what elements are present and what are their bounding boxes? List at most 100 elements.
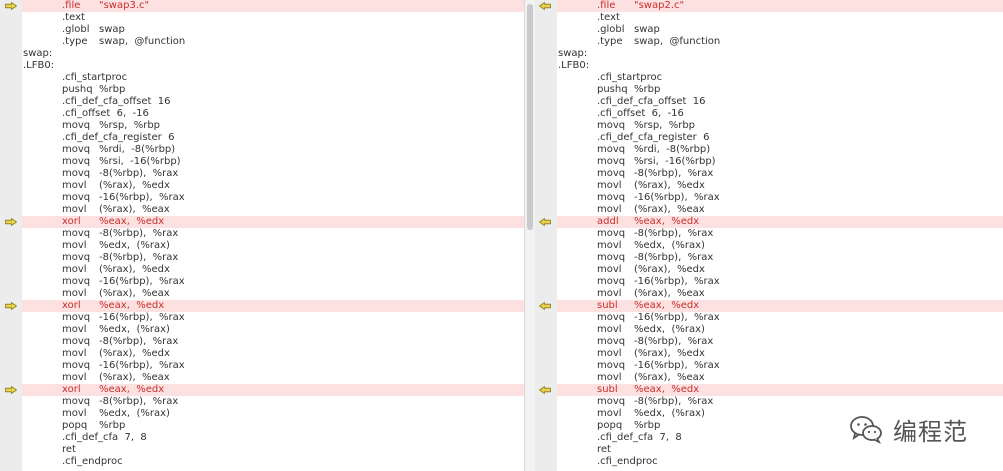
code-line: movq -16(%rbp), %rax: [557, 192, 1003, 204]
arrow-left-icon[interactable]: [539, 386, 551, 394]
code-line: .cfi_def_cfa_offset 16: [557, 96, 1003, 108]
code-operand: %rdi, -8(%rbp): [99, 144, 176, 155]
code-mnemonic: movl: [62, 348, 87, 359]
code-line: movl (%rax), %edx: [22, 348, 524, 360]
right-code-pane[interactable]: .file "swap2.c" .text .globl swap .type swap, …: [557, 0, 1003, 471]
code-mnemonic: .text: [597, 12, 620, 23]
code-mnemonic: .cfi_def_cfa_register 6: [597, 132, 710, 143]
code-line: .LFB0:: [22, 60, 524, 72]
code-operand: (%rax), %eax: [634, 288, 705, 299]
code-mnemonic: movq: [62, 228, 91, 239]
code-mnemonic: movq: [62, 360, 91, 371]
code-operand: -16(%rbp), %rax: [634, 312, 720, 323]
code-line: movq %rdi, -8(%rbp): [22, 144, 524, 156]
code-operand: %eax, %edx: [634, 216, 700, 227]
code-mnemonic: movq: [62, 276, 91, 287]
scrollbar-thumb[interactable]: [527, 4, 533, 230]
code-line: .type swap, @function: [557, 36, 1003, 48]
code-line: movq -16(%rbp), %rax: [557, 312, 1003, 324]
code-label: .LFB0:: [558, 60, 590, 71]
code-operand: %rsp, %rbp: [99, 120, 161, 131]
code-line: .text: [22, 12, 524, 24]
code-line: movq %rsp, %rbp: [557, 120, 1003, 132]
code-mnemonic: movq: [62, 156, 91, 167]
code-mnemonic: popq: [597, 420, 623, 431]
arrow-left-icon[interactable]: [539, 218, 551, 226]
code-mnemonic: movl: [597, 180, 622, 191]
code-mnemonic: movl: [597, 372, 622, 383]
code-operand: %eax, %edx: [634, 384, 700, 395]
arrow-right-icon[interactable]: [5, 2, 17, 10]
code-mnemonic: .cfi_def_cfa 7, 8: [62, 432, 147, 443]
code-line: movl (%rax), %edx: [557, 180, 1003, 192]
arrow-right-icon[interactable]: [5, 386, 17, 394]
code-mnemonic: .text: [62, 12, 85, 23]
code-mnemonic: movl: [62, 324, 87, 335]
code-mnemonic: .cfi_def_cfa_register 6: [62, 132, 175, 143]
code-line: swap:: [22, 48, 524, 60]
arrow-right-icon[interactable]: [5, 218, 17, 226]
code-mnemonic: pushq: [597, 84, 628, 95]
code-mnemonic: .cfi_def_cfa 7, 8: [597, 432, 682, 443]
code-line: .type swap, @function: [22, 36, 524, 48]
code-line: .cfi_offset 6, -16: [557, 108, 1003, 120]
code-line: pushq %rbp: [22, 84, 524, 96]
arrow-right-icon[interactable]: [5, 302, 17, 310]
code-mnemonic: movl: [62, 204, 87, 215]
code-operand: swap, @function: [99, 36, 186, 47]
code-line: movq -8(%rbp), %rax: [22, 336, 524, 348]
code-operand: -8(%rbp), %rax: [99, 336, 179, 347]
wechat-icon: [850, 416, 882, 444]
code-operand: -8(%rbp), %rax: [634, 396, 714, 407]
code-operand: (%rax), %eax: [99, 204, 170, 215]
code-mnemonic: movl: [597, 204, 622, 215]
code-operand: swap, @function: [634, 36, 721, 47]
code-operand: %rsi, -16(%rbp): [634, 156, 716, 167]
code-operand: %rbp: [634, 84, 661, 95]
code-line: swap:: [557, 48, 1003, 60]
code-operand: (%rax), %edx: [634, 180, 705, 191]
code-line: movl (%rax), %edx: [557, 264, 1003, 276]
code-line: .cfi_endproc: [22, 456, 524, 468]
code-operand: -16(%rbp), %rax: [99, 312, 185, 323]
code-operand: (%rax), %edx: [99, 180, 170, 191]
code-mnemonic: movq: [597, 228, 626, 239]
code-mnemonic: .type: [62, 36, 88, 47]
code-line: movl (%rax), %edx: [22, 180, 524, 192]
code-line: .globl swap: [22, 24, 524, 36]
code-mnemonic: movq: [62, 252, 91, 263]
code-mnemonic: subl: [597, 384, 618, 395]
code-operand: -8(%rbp), %rax: [634, 228, 714, 239]
code-mnemonic: xorl: [62, 216, 81, 227]
code-mnemonic: movq: [597, 396, 626, 407]
code-mnemonic: movq: [597, 192, 626, 203]
code-line: .cfi_startproc: [557, 72, 1003, 84]
code-line: .cfi_def_cfa_offset 16: [22, 96, 524, 108]
code-line: .cfi_def_cfa 7, 8: [22, 432, 524, 444]
code-line: movl %edx, (%rax): [557, 240, 1003, 252]
left-code-pane[interactable]: .file "swap3.c" .text .globl swap .type swap, …: [22, 0, 524, 471]
arrow-left-icon[interactable]: [539, 302, 551, 310]
code-operand: %edx, (%rax): [99, 324, 170, 335]
code-mnemonic: movq: [62, 312, 91, 323]
code-operand: -16(%rbp), %rax: [99, 192, 185, 203]
code-mnemonic: movl: [597, 264, 622, 275]
code-line: movq -8(%rbp), %rax: [557, 228, 1003, 240]
code-mnemonic: movl: [62, 240, 87, 251]
code-mnemonic: popq: [62, 420, 88, 431]
code-mnemonic: movq: [597, 360, 626, 371]
code-line: movq %rsi, -16(%rbp): [557, 156, 1003, 168]
code-line: movl %edx, (%rax): [22, 408, 524, 420]
arrow-left-icon[interactable]: [539, 2, 551, 10]
code-line: movq -16(%rbp), %rax: [22, 312, 524, 324]
code-line: .cfi_def_cfa_register 6: [557, 132, 1003, 144]
code-operand: -8(%rbp), %rax: [634, 252, 714, 263]
code-mnemonic: movl: [597, 348, 622, 359]
code-operand: -8(%rbp), %rax: [99, 228, 179, 239]
code-mnemonic: movl: [62, 288, 87, 299]
code-operand: %rsi, -16(%rbp): [99, 156, 181, 167]
diff-line: .file "swap3.c": [22, 0, 524, 12]
diff-line: addl %eax, %edx: [557, 216, 1003, 228]
code-mnemonic: .cfi_endproc: [597, 456, 658, 467]
code-line: movq -8(%rbp), %rax: [557, 252, 1003, 264]
